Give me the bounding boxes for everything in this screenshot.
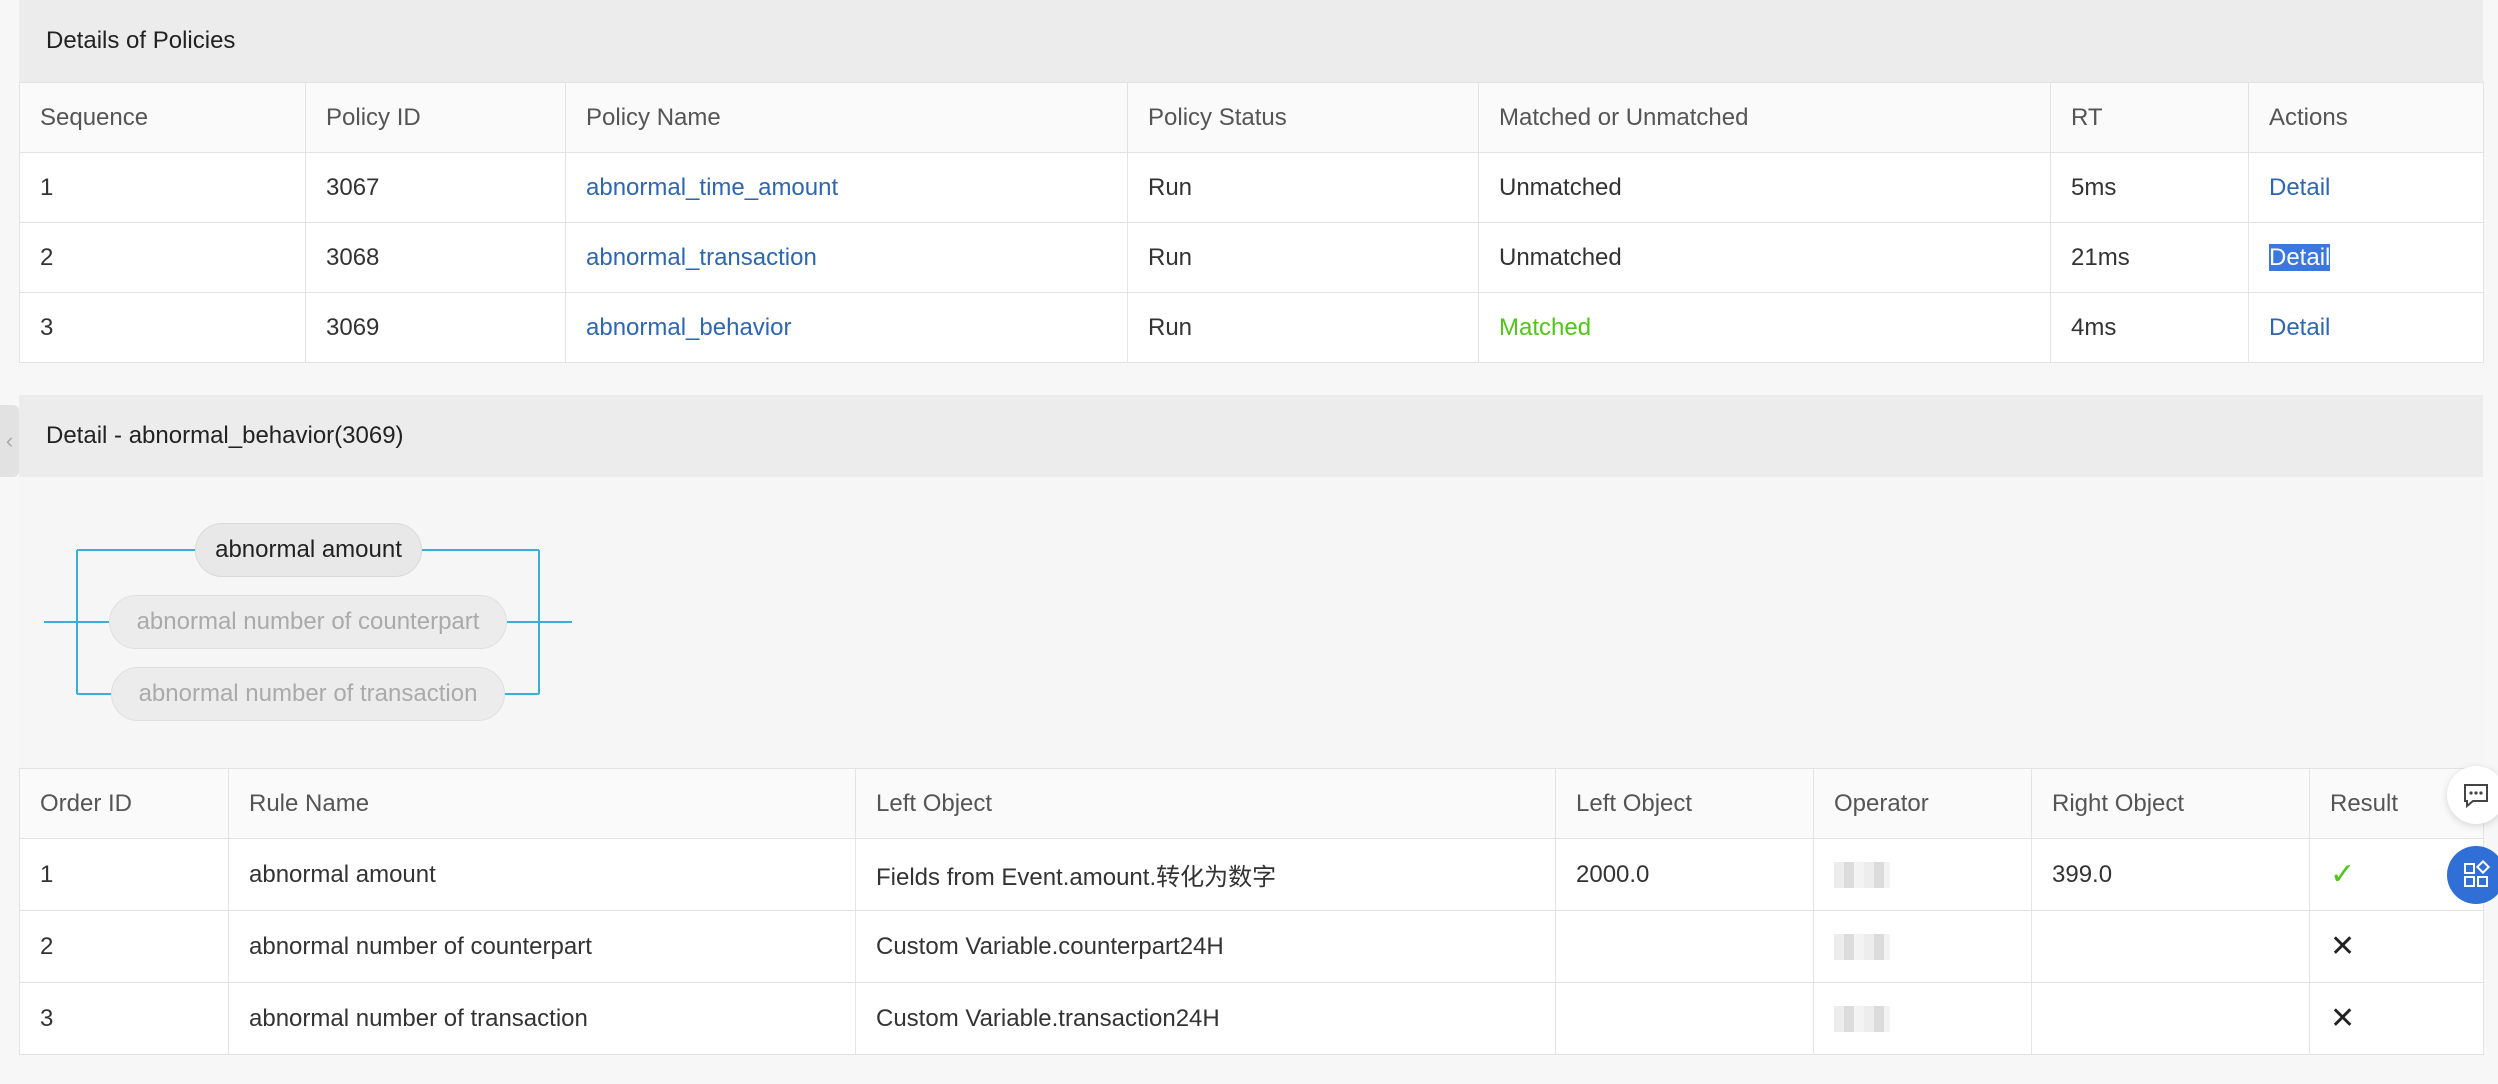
detail-link[interactable]: Detail [2269, 174, 2330, 201]
rule-flow-diagram: abnormal amount abnormal number of count… [19, 477, 2483, 768]
rule-name-cell: abnormal amount [228, 838, 856, 911]
right-object-cell: 399.0 [2031, 838, 2310, 911]
col-left-object: Left Object [855, 768, 1556, 839]
left-object-cell: Fields from Event.amount.转化为数字 [855, 838, 1556, 911]
col-matched: Matched or Unmatched [1478, 82, 2051, 153]
cross-icon: ✕ [2330, 930, 2356, 963]
policy-status-cell: Run [1127, 152, 1479, 223]
sequence-cell: 1 [19, 152, 306, 223]
col-order-id: Order ID [19, 768, 229, 839]
policy-name-link[interactable]: abnormal_behavior [586, 314, 791, 341]
detail-link[interactable]: Detail [2269, 314, 2330, 341]
table-row: 2 abnormal number of counterpart Custom … [19, 910, 2484, 983]
rules-table: Order ID Rule Name Left Object Left Obje… [19, 768, 2484, 1055]
sequence-cell: 3 [19, 292, 306, 363]
sequence-cell: 2 [19, 222, 306, 293]
operator-redacted [1834, 934, 1890, 961]
order-id-cell: 2 [19, 910, 229, 983]
rule-name-cell: abnormal number of transaction [228, 982, 856, 1055]
page: Details of Policies Sequence Policy ID P… [0, 0, 2498, 1084]
policy-name-link[interactable]: abnormal_transaction [586, 244, 817, 271]
apps-button[interactable] [2447, 846, 2498, 904]
left-value-cell [1555, 910, 1814, 983]
policy-status-cell: Run [1127, 292, 1479, 363]
operator-cell [1813, 910, 2032, 983]
left-object-cell: Custom Variable.transaction24H [855, 982, 1556, 1055]
right-object-cell [2031, 910, 2310, 983]
col-policy-name: Policy Name [565, 82, 1128, 153]
result-cell: ✕ [2309, 910, 2484, 983]
policies-table: Sequence Policy ID Policy Name Policy St… [19, 82, 2484, 363]
rt-cell: 4ms [2050, 292, 2249, 363]
table-row: 1 3067 abnormal_time_amount Run Unmatche… [19, 152, 2484, 223]
col-rt: RT [2050, 82, 2249, 153]
col-right-object: Right Object [2031, 768, 2310, 839]
left-object-cell: Custom Variable.counterpart24H [855, 910, 1556, 983]
rt-cell: 5ms [2050, 152, 2249, 223]
result-cell: ✕ [2309, 982, 2484, 1055]
rule-name-cell: abnormal number of counterpart [228, 910, 856, 983]
rt-cell: 21ms [2050, 222, 2249, 293]
order-id-cell: 1 [19, 838, 229, 911]
col-policy-id: Policy ID [305, 82, 566, 153]
collapse-panel-button[interactable]: ‹ [0, 405, 19, 477]
col-left-object-value: Left Object [1555, 768, 1814, 839]
chat-icon [2464, 784, 2488, 809]
diagram-node-abnormal-amount[interactable]: abnormal amount [195, 523, 422, 577]
policies-section-title: Details of Policies [19, 0, 2483, 82]
policy-id-cell: 3069 [305, 292, 566, 363]
operator-cell [1813, 838, 2032, 911]
col-actions: Actions [2248, 82, 2484, 153]
col-rule-name: Rule Name [228, 768, 856, 839]
policy-id-cell: 3067 [305, 152, 566, 223]
operator-redacted [1834, 862, 1890, 889]
match-cell: Unmatched [1478, 222, 2051, 293]
rules-table-header: Order ID Rule Name Left Object Left Obje… [19, 768, 2484, 839]
table-row: 2 3068 abnormal_transaction Run Unmatche… [19, 222, 2484, 293]
table-row: 1 abnormal amount Fields from Event.amou… [19, 838, 2484, 911]
policy-status-cell: Run [1127, 222, 1479, 293]
chat-button[interactable] [2447, 766, 2498, 824]
policies-table-header: Sequence Policy ID Policy Name Policy St… [19, 82, 2484, 153]
cross-icon: ✕ [2330, 1002, 2356, 1035]
col-operator: Operator [1813, 768, 2032, 839]
operator-redacted [1834, 1006, 1890, 1033]
right-object-cell [2031, 982, 2310, 1055]
diagram-node-transaction[interactable]: abnormal number of transaction [111, 667, 505, 721]
apps-icon [2464, 860, 2491, 887]
left-value-cell [1555, 982, 1814, 1055]
policy-name-link[interactable]: abnormal_time_amount [586, 174, 838, 201]
policy-id-cell: 3068 [305, 222, 566, 293]
match-cell: Unmatched [1478, 152, 2051, 223]
match-cell: Matched [1478, 292, 2051, 363]
chevron-left-icon: ‹ [5, 428, 14, 453]
detail-link[interactable]: Detail [2269, 243, 2331, 271]
diagram-node-counterpart[interactable]: abnormal number of counterpart [109, 595, 507, 649]
checkmark-icon: ✓ [2330, 858, 2356, 891]
order-id-cell: 3 [19, 982, 229, 1055]
table-row: 3 3069 abnormal_behavior Run Matched 4ms… [19, 292, 2484, 363]
detail-section-title: Detail - abnormal_behavior(3069) [19, 395, 2483, 477]
table-row: 3 abnormal number of transaction Custom … [19, 982, 2484, 1055]
operator-cell [1813, 982, 2032, 1055]
col-policy-status: Policy Status [1127, 82, 1479, 153]
left-value-cell: 2000.0 [1555, 838, 1814, 911]
col-sequence: Sequence [19, 82, 306, 153]
